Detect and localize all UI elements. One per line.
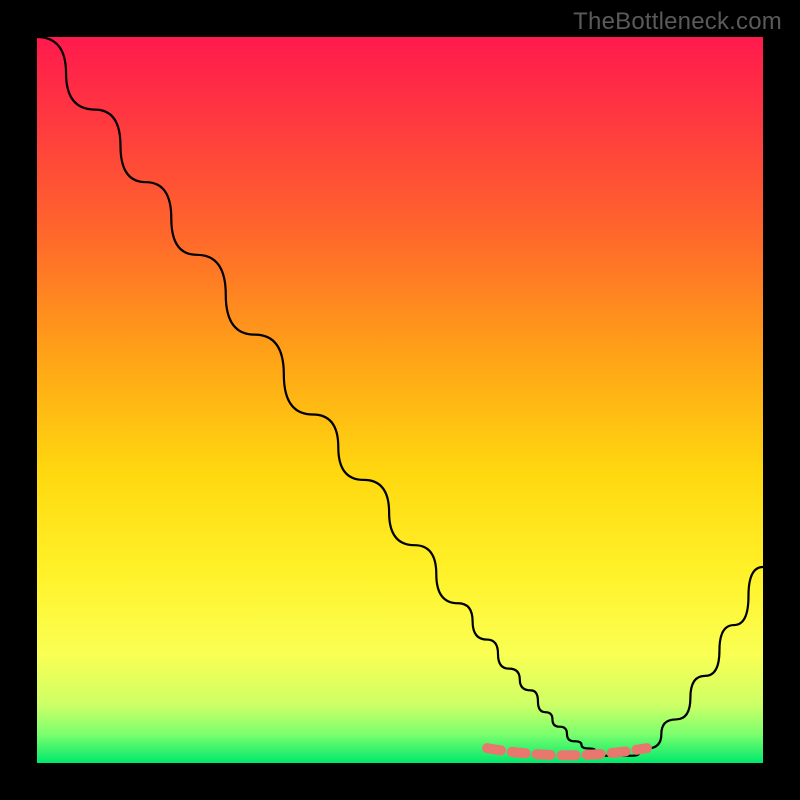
plot-area [37,37,763,763]
chart-curve-layer [37,37,763,763]
main-curve [37,37,763,756]
chart-container: TheBottleneck.com [0,0,800,800]
flat-region-marker [487,748,647,755]
watermark-text: TheBottleneck.com [573,8,782,36]
